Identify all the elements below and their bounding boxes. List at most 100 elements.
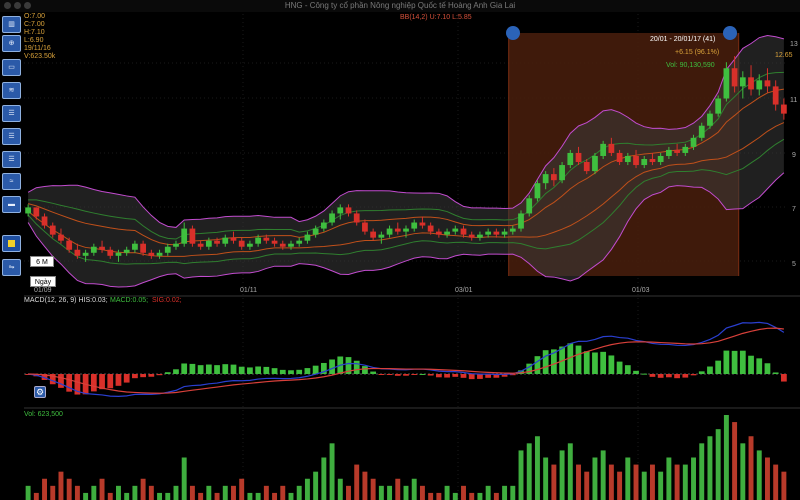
candle-body	[164, 246, 171, 253]
volume-bar	[346, 485, 351, 500]
macd-histogram-bar	[25, 374, 31, 375]
crosshair-icon[interactable]: ⊕	[2, 35, 21, 52]
macd-histogram-bar	[205, 364, 212, 374]
macd-histogram-bar	[772, 372, 779, 374]
candle-body	[90, 246, 97, 253]
candle-body	[271, 240, 278, 244]
macd-histogram-bar	[345, 357, 352, 374]
minimize-window-button[interactable]	[14, 2, 21, 9]
macd-histogram-bar	[501, 374, 508, 377]
volume-bar	[403, 485, 409, 500]
macd-histogram-bar	[444, 374, 450, 378]
volume-bar	[551, 464, 557, 500]
time-axis-label-1: 01/11	[240, 287, 257, 294]
candle-body	[435, 231, 442, 235]
volume-bar	[699, 443, 705, 500]
volume-bar	[764, 457, 770, 500]
macd-histogram-bar	[550, 349, 557, 374]
volume-bar	[723, 415, 729, 500]
selection-handle-left[interactable]	[506, 26, 520, 40]
macd-histogram-bar	[181, 363, 188, 374]
close-window-button[interactable]	[4, 2, 11, 9]
bb-mid-upper	[27, 88, 784, 246]
interval-button[interactable]: Ngày	[30, 276, 56, 287]
candle-body	[518, 213, 524, 229]
macd-histogram-bar	[370, 371, 377, 374]
macd-histogram-bar	[353, 360, 360, 374]
indicator-icon-1[interactable]: ≋	[2, 82, 21, 99]
macd-histogram-bar	[164, 372, 171, 374]
gear-icon[interactable]: ⚙	[34, 386, 46, 398]
bb-inner-lower	[27, 138, 785, 265]
macd-histogram-bar	[698, 371, 705, 374]
macd-histogram-bar	[82, 374, 89, 395]
macd-histogram-bar	[526, 363, 533, 374]
volume-bar	[222, 485, 228, 500]
volume-bar	[748, 436, 754, 500]
macd-histogram-bar	[263, 366, 270, 374]
macd-histogram-bar	[362, 366, 368, 374]
candle-body	[288, 243, 294, 247]
period-button[interactable]: 6 M	[30, 256, 54, 267]
volume-bar	[329, 443, 335, 500]
volume-bar	[691, 457, 696, 500]
candle-body	[608, 143, 615, 153]
volume-bar	[395, 478, 401, 500]
macd-histogram-bar	[255, 366, 262, 374]
bollinger-lower	[27, 172, 785, 288]
macd-histogram-bar	[666, 374, 672, 378]
layout-icon[interactable]: ⇋	[2, 259, 21, 276]
indicator-icon-3[interactable]: ☰	[2, 128, 21, 145]
volume-bar	[584, 471, 590, 500]
macd-histogram-bar	[715, 360, 722, 374]
chart-type-icon[interactable]: ▥	[2, 16, 21, 33]
macd-histogram-bar	[583, 351, 590, 374]
candle-body	[542, 174, 549, 184]
indicator-icon-6[interactable]: ▬	[2, 196, 21, 213]
volume-bar	[107, 492, 113, 500]
candle-body	[58, 234, 64, 241]
macd-histogram-bar	[682, 374, 689, 378]
price-chart[interactable]	[0, 0, 800, 500]
candle-body	[616, 152, 623, 163]
volume-bar	[173, 485, 179, 500]
macd-histogram-bar	[156, 374, 163, 376]
volume-label: Vol: 623,500	[24, 411, 63, 418]
time-axis-start: 01/09	[34, 287, 52, 294]
volume-bar	[124, 492, 130, 500]
volume-bar	[444, 485, 450, 500]
drawing-tool-icon[interactable]	[2, 235, 21, 252]
volume-bar	[477, 492, 483, 500]
zoom-icon[interactable]: ▭	[2, 59, 21, 76]
macd-histogram-bar	[403, 374, 409, 376]
macd-histogram-bar	[624, 365, 631, 374]
macd-histogram-bar	[608, 355, 615, 374]
volume-bar	[58, 471, 64, 500]
volume-bar	[313, 471, 319, 500]
candle-body	[559, 165, 565, 181]
indicator-icon-4[interactable]: ☰	[2, 151, 21, 168]
volume-bar	[189, 485, 195, 500]
macd-histogram-bar	[674, 374, 680, 379]
candle-body	[682, 146, 689, 153]
macd-line	[28, 321, 785, 397]
indicator-icon-5[interactable]: ≈	[2, 173, 21, 190]
selection-handle-right[interactable]	[723, 26, 737, 40]
macd-histogram-bar	[197, 365, 204, 374]
candle-body	[345, 207, 352, 214]
candle-body	[649, 159, 656, 163]
macd-histogram-bar	[435, 374, 442, 378]
price-label-5: 5	[792, 261, 796, 268]
volume-bar	[25, 485, 31, 500]
candle-body	[600, 143, 607, 156]
zoom-window-button[interactable]	[24, 2, 31, 9]
volume-bar	[428, 492, 434, 500]
volume-bar	[42, 478, 48, 500]
volume-bar	[493, 492, 499, 500]
volume-bar	[592, 457, 598, 500]
macd-histogram-bar	[99, 374, 105, 390]
indicator-icon-2[interactable]: ☰	[2, 105, 21, 122]
candle-body	[132, 243, 138, 250]
volume-bar	[99, 478, 105, 500]
macd-histogram-bar	[592, 352, 598, 374]
